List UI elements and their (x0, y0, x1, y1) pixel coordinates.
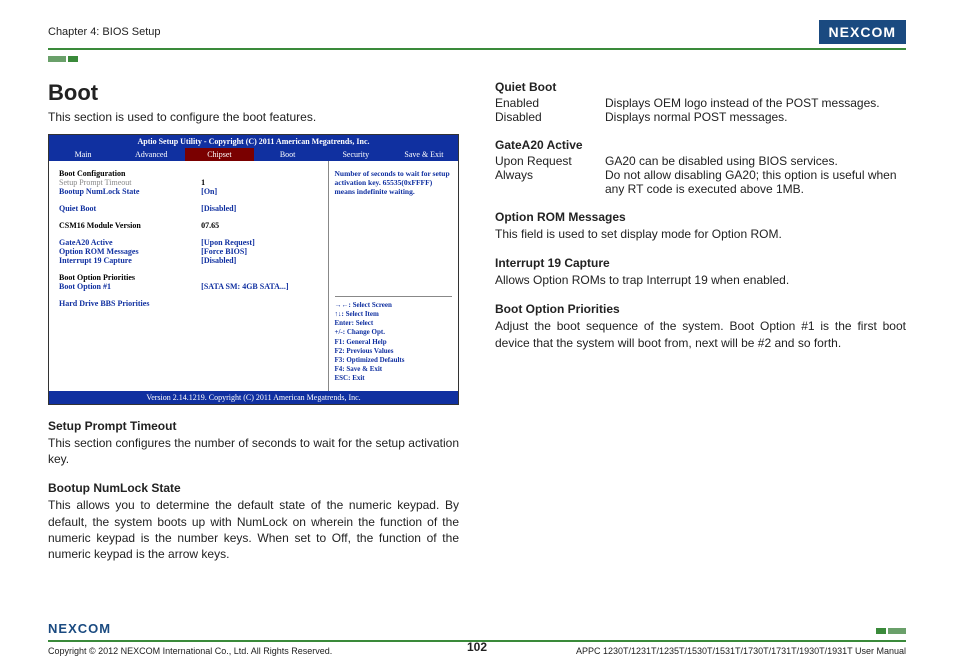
footer-logo: NEXCOM (48, 621, 906, 636)
ga20-ur-k: Upon Request (495, 154, 605, 168)
bopri-h: Boot Option Priorities (495, 302, 906, 316)
numlock-p: This allows you to determine the default… (48, 497, 459, 562)
bios-ga20-val: [Upon Request] (201, 238, 317, 247)
numlock-h: Bootup NumLock State (48, 481, 459, 495)
page-number: 102 (467, 640, 487, 654)
bios-tabs: Main Advanced Chipset Boot Security Save… (49, 148, 458, 161)
bios-tab-main: Main (49, 148, 117, 161)
decoration-ticks (48, 56, 906, 62)
bios-quiet: Quiet Boot (59, 204, 201, 213)
setup-prompt-h: Setup Prompt Timeout (48, 419, 459, 433)
bios-numlock-val: [On] (201, 187, 317, 196)
bios-tab-boot: Boot (254, 148, 322, 161)
bios-footer: Version 2.14.1219. Copyright (C) 2011 Am… (49, 391, 458, 404)
orom-p: This field is used to set display mode f… (495, 226, 906, 242)
bios-ga20: GateA20 Active (59, 238, 201, 247)
bios-int19-val: [Disabled] (201, 256, 317, 265)
bios-help-keys: →←: Select Screen ↑↓: Select Item Enter:… (335, 301, 453, 383)
bios-boot-config: Boot Configuration (59, 169, 201, 178)
bios-csm-val: 07.65 (201, 221, 317, 230)
bios-setup-prompt: Setup Prompt Timeout (59, 178, 201, 187)
bios-setup-prompt-val: 1 (201, 178, 317, 187)
nexcom-logo: NEXCOM (819, 20, 906, 44)
bopri-p: Adjust the boot sequence of the system. … (495, 318, 906, 350)
quiet-en-k: Enabled (495, 96, 605, 110)
bios-orom-val: [Force BIOS] (201, 247, 317, 256)
bios-title: Aptio Setup Utility - Copyright (C) 2011… (49, 135, 458, 148)
bios-quiet-val: [Disabled] (201, 204, 317, 213)
ga20-al-k: Always (495, 168, 605, 196)
intro-text: This section is used to configure the bo… (48, 110, 459, 124)
setup-prompt-p: This section configures the number of se… (48, 435, 459, 467)
page-title: Boot (48, 80, 459, 106)
bios-bo1-val: [SATA SM: 4GB SATA...] (201, 282, 317, 291)
chapter-label: Chapter 4: BIOS Setup (48, 26, 161, 38)
bios-hdbbs: Hard Drive BBS Priorities (59, 299, 201, 308)
quiet-en-v: Displays OEM logo instead of the POST me… (605, 96, 906, 110)
int19-p: Allows Option ROMs to trap Interrupt 19 … (495, 272, 906, 288)
quiet-h: Quiet Boot (495, 80, 906, 94)
bios-tab-chipset: Chipset (185, 148, 253, 161)
quiet-di-k: Disabled (495, 110, 605, 124)
bios-help-top: Number of seconds to wait for setup acti… (335, 169, 453, 196)
bios-tab-save: Save & Exit (390, 148, 458, 161)
footer-ticks (876, 628, 906, 634)
manual-ref: APPC 1230T/1231T/1235T/1530T/1531T/1730T… (576, 646, 906, 656)
bios-orom: Option ROM Messages (59, 247, 201, 256)
bios-bo1: Boot Option #1 (59, 282, 201, 291)
bios-int19: Interrupt 19 Capture (59, 256, 201, 265)
orom-h: Option ROM Messages (495, 210, 906, 224)
copyright: Copyright © 2012 NEXCOM International Co… (48, 646, 332, 656)
bios-tab-security: Security (322, 148, 390, 161)
bios-bopri: Boot Option Priorities (59, 273, 201, 282)
quiet-di-v: Displays normal POST messages. (605, 110, 906, 124)
ga20-h: GateA20 Active (495, 138, 906, 152)
bios-csm: CSM16 Module Version (59, 221, 201, 230)
bios-tab-advanced: Advanced (117, 148, 185, 161)
ga20-ur-v: GA20 can be disabled using BIOS services… (605, 154, 906, 168)
bios-screenshot: Aptio Setup Utility - Copyright (C) 2011… (48, 134, 459, 405)
int19-h: Interrupt 19 Capture (495, 256, 906, 270)
ga20-al-v: Do not allow disabling GA20; this option… (605, 168, 906, 196)
bios-numlock: Bootup NumLock State (59, 187, 201, 196)
